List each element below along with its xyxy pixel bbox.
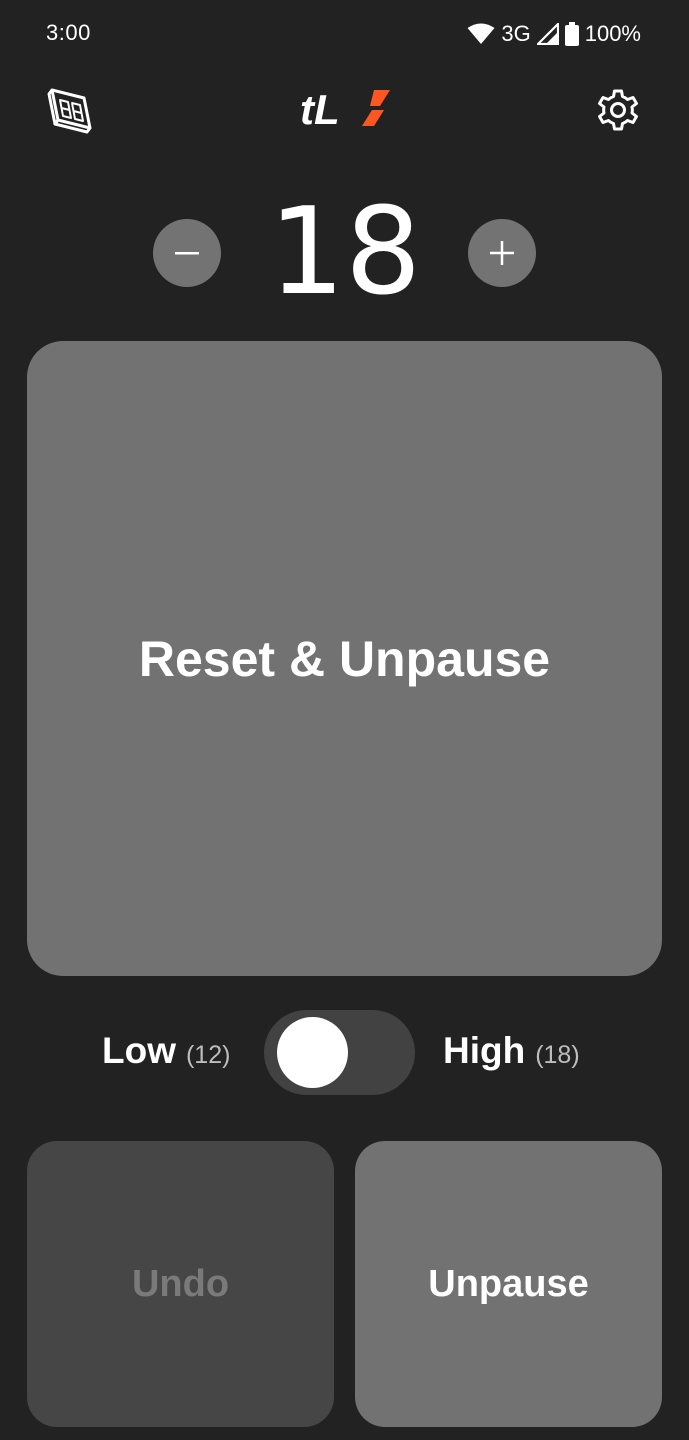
cell-signal-icon: [536, 23, 559, 45]
battery-icon: [564, 22, 579, 46]
reset-unpause-button[interactable]: Reset & Unpause: [27, 341, 662, 976]
reset-unpause-label: Reset & Unpause: [138, 630, 551, 687]
high-option[interactable]: High (18): [443, 1030, 580, 1080]
wifi-icon: [467, 23, 495, 44]
plus-icon: [490, 241, 514, 265]
increment-button[interactable]: [468, 219, 536, 287]
app-logo: tL: [300, 86, 392, 133]
status-bar-right: 3G 100%: [467, 18, 641, 50]
low-option[interactable]: Low (12): [102, 1030, 230, 1080]
svg-text:tL: tL: [300, 86, 340, 132]
high-label: High: [443, 1030, 526, 1071]
low-label: Low: [102, 1030, 176, 1071]
battery-percent: 100%: [584, 21, 641, 46]
status-time: 3:00: [46, 20, 91, 45]
low-value: (12): [185, 1041, 231, 1069]
low-high-toggle[interactable]: [264, 1010, 415, 1095]
high-value: (18): [535, 1041, 580, 1069]
gear-icon[interactable]: [596, 88, 640, 132]
unpause-button[interactable]: Unpause: [355, 1141, 662, 1427]
undo-button[interactable]: Undo: [27, 1141, 334, 1427]
unpause-label: Unpause: [428, 1262, 589, 1305]
minus-icon: [175, 252, 199, 255]
life-total: 18: [268, 183, 422, 322]
app-screen: 3:00 3G 100% tL 18 Reset & Unpause Low (…: [0, 0, 689, 1440]
decrement-button[interactable]: [153, 219, 221, 287]
toggle-knob[interactable]: [277, 1017, 348, 1088]
counter-display-icon[interactable]: [46, 84, 96, 136]
network-type: 3G: [501, 21, 531, 46]
undo-label: Undo: [131, 1262, 230, 1305]
